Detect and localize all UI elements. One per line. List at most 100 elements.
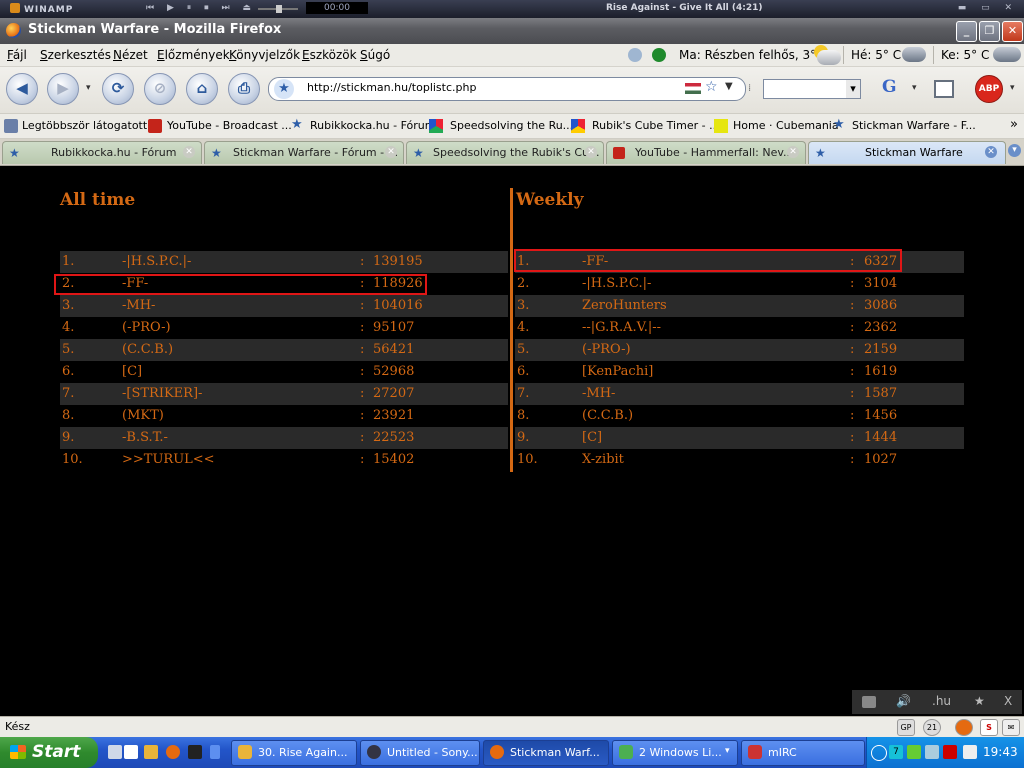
forward-button[interactable]: ▶ — [47, 73, 79, 105]
bookmark-rubikkocka[interactable]: Rubikkocka.hu - Fórum — [310, 119, 435, 132]
menu-view[interactable]: Nézet — [113, 48, 148, 62]
microphone-icon[interactable]: 21 — [923, 719, 941, 736]
home-button[interactable]: ⌂ — [186, 73, 218, 105]
quicklaunch-more-icon[interactable] — [210, 745, 220, 759]
minimize-button[interactable]: _ — [956, 21, 977, 42]
row-name: -MH- — [582, 386, 616, 401]
s-icon[interactable]: S — [980, 719, 998, 736]
media-icon[interactable] — [188, 745, 202, 759]
weather-monday[interactable]: Hé: 5° C — [851, 48, 901, 62]
back-button[interactable]: ◀ — [6, 73, 38, 105]
row-sep: : — [850, 364, 855, 379]
search-input[interactable] — [763, 79, 861, 99]
menu-history-accel: E — [157, 48, 165, 62]
gp-icon[interactable]: GP — [897, 719, 915, 736]
url-bar[interactable]: ★ http://stickman.hu/toplistc.php ☆ ▼ — [268, 77, 746, 101]
tab-youtube[interactable]: YouTube - Hammerfall: Nev... ✕ — [606, 141, 806, 164]
menu-bookmarks[interactable]: Könyvjelzők — [229, 48, 300, 62]
status-bar: Kész GP 21 S ✉ — [0, 716, 1024, 737]
menu-help-accel: S — [360, 48, 368, 62]
tab-close-icon[interactable]: ✕ — [183, 146, 195, 158]
row-sep: : — [850, 386, 855, 401]
weather-tuesday[interactable]: Ke: 5° C — [941, 48, 989, 62]
row-sep: : — [850, 430, 855, 445]
tab-rubikkocka[interactable]: ★ Rubikkocka.hu - Fórum ✕ — [2, 141, 202, 164]
bookmark-cube-timer[interactable]: Rubik's Cube Timer - ... — [592, 119, 720, 132]
row-rank: 3. — [517, 298, 530, 313]
task-mirc[interactable]: mIRC — [741, 740, 865, 766]
row-score: 3104 — [864, 276, 898, 291]
status-green-icon[interactable] — [652, 48, 666, 62]
bookmark-youtube[interactable]: YouTube - Broadcast ... — [167, 119, 292, 132]
tray-count[interactable]: 7 — [889, 745, 903, 759]
start-button[interactable]: Start — [0, 737, 98, 768]
tray-expand-icon[interactable] — [871, 745, 887, 761]
adblock-plus-button[interactable]: ABP — [975, 75, 1003, 103]
tab-close-icon[interactable]: ✕ — [585, 146, 597, 158]
google-icon[interactable]: G — [882, 77, 897, 97]
adblock-dropdown-icon[interactable]: ▾ — [1010, 83, 1015, 93]
bookmark-most-visited[interactable]: Legtöbbször látogatott — [22, 119, 147, 132]
firefox-small-icon[interactable] — [955, 719, 973, 736]
search-engine-dropdown-icon[interactable]: ▾ — [912, 83, 917, 93]
bookmark-stickman-forum[interactable]: Stickman Warfare - F... — [852, 119, 976, 132]
menu-edit[interactable]: Szerkesztés — [40, 48, 111, 62]
task-sony[interactable]: Untitled - Sony... — [360, 740, 480, 766]
menu-help[interactable]: Súgó — [360, 48, 390, 62]
winamp-controls[interactable]: ⏮ ▶ ⏸ ⏹ ⏭ ⏏ — [146, 3, 256, 13]
menu-file[interactable]: Fájl — [7, 48, 27, 62]
overlay-close-button[interactable]: X — [1004, 694, 1012, 708]
url-dropdown-icon[interactable]: ▼ — [725, 81, 733, 92]
task-winamp[interactable]: 30. Rise Again... — [231, 740, 357, 766]
speaker-icon[interactable]: 🔊 — [896, 694, 911, 708]
menu-history[interactable]: Előzmények — [157, 48, 230, 62]
row-rank: 1. — [62, 254, 75, 269]
notepad-icon[interactable] — [124, 745, 138, 759]
tab-list-icon[interactable]: ▾ — [1008, 144, 1021, 157]
site-identity-icon[interactable]: ★ — [274, 79, 294, 99]
close-button[interactable]: ✕ — [1002, 21, 1023, 42]
row-name: (C.C.B.) — [122, 342, 174, 357]
tab-stickman-forum[interactable]: ★ Stickman Warfare - Fórum - ... ✕ — [204, 141, 404, 164]
stop-button[interactable]: ⊘ — [144, 73, 176, 105]
tab-close-icon[interactable]: ✕ — [985, 146, 997, 158]
tab-close-icon[interactable]: ✕ — [385, 146, 397, 158]
row-rank: 5. — [62, 342, 75, 357]
bookmark-star-icon[interactable]: ☆ — [705, 79, 718, 95]
winamp-window-buttons[interactable]: ▬ ▭ ✕ — [958, 3, 1018, 13]
url-input[interactable]: http://stickman.hu/toplistc.php — [307, 81, 476, 94]
bookmark-cubemania[interactable]: Home · Cubemania — [733, 119, 839, 132]
overlay-star-icon[interactable]: ★ — [974, 694, 985, 708]
window-icon[interactable] — [934, 80, 954, 98]
weather-today[interactable]: Ma: Részben felhős, 3° C — [679, 48, 828, 62]
maximize-button[interactable]: ❐ — [979, 21, 1000, 42]
quicklaunch-icon[interactable] — [108, 745, 122, 759]
task-firefox[interactable]: Stickman Warf... — [483, 740, 609, 766]
resize-grip-icon[interactable]: ⁞ — [748, 83, 751, 94]
winamp-icon[interactable] — [144, 745, 158, 759]
tray-ati-icon[interactable] — [943, 745, 957, 759]
task-windows-live[interactable]: 2 Windows Li... ▾ — [612, 740, 738, 766]
tray-users-icon[interactable] — [907, 745, 921, 759]
tab-stickman-warfare[interactable]: ★ Stickman Warfare ✕ — [808, 141, 1006, 164]
menu-tools[interactable]: Eszközök — [302, 48, 357, 62]
bookmark-speedsolving[interactable]: Speedsolving the Ru... — [450, 119, 573, 132]
firefox-quicklaunch-icon[interactable] — [166, 745, 180, 759]
row-name: X-zibit — [582, 452, 624, 467]
gear-icon[interactable] — [628, 48, 642, 62]
task-label: 2 Windows Li... — [639, 746, 722, 759]
reload-button[interactable]: ⟳ — [102, 73, 134, 105]
winamp-seek-slider[interactable] — [258, 5, 298, 13]
bookmarks-overflow-button[interactable]: » — [1010, 117, 1018, 132]
clapper-icon[interactable] — [862, 696, 876, 708]
star-icon: ★ — [413, 146, 424, 160]
print-button[interactable]: ⎙ — [228, 73, 260, 105]
tab-close-icon[interactable]: ✕ — [787, 146, 799, 158]
history-dropdown-icon[interactable]: ▾ — [86, 83, 91, 93]
tray-network-icon[interactable] — [925, 745, 939, 759]
row-score: 3086 — [864, 298, 898, 313]
tray-volume-icon[interactable] — [963, 745, 977, 759]
cubemania-icon — [714, 119, 728, 133]
tab-speedsolving[interactable]: ★ Speedsolving the Rubik's Cu... ✕ — [406, 141, 604, 164]
mail-icon[interactable]: ✉ — [1002, 719, 1020, 736]
